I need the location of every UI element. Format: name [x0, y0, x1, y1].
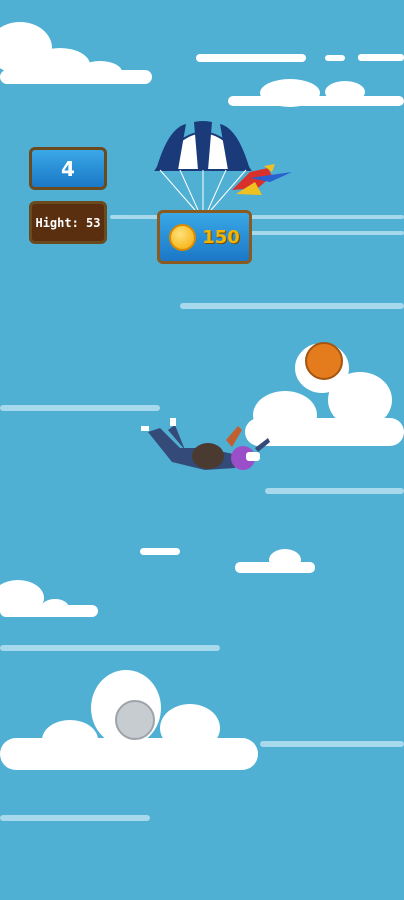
- level-value: 4: [61, 156, 75, 181]
- game-scene: [0, 22, 404, 821]
- coin-counter: 150: [157, 210, 252, 264]
- high-score-panel: Hight: 53: [29, 201, 107, 244]
- level-counter: 4: [29, 147, 107, 190]
- cloud: [140, 548, 180, 555]
- cloud: [235, 549, 315, 573]
- orange-ball-icon[interactable]: [305, 342, 343, 380]
- cloud: [0, 580, 98, 617]
- cloud: [0, 22, 152, 84]
- cloud: [325, 55, 345, 61]
- grey-ball-icon[interactable]: [115, 700, 155, 740]
- high-score-label: Hight: 53: [35, 215, 101, 230]
- coin-icon: [169, 223, 197, 251]
- cloud: [228, 79, 404, 107]
- cloud: [196, 54, 306, 62]
- cloud: [358, 54, 404, 61]
- coin-value: 150: [202, 226, 240, 248]
- parachute-icon[interactable]: [154, 121, 252, 211]
